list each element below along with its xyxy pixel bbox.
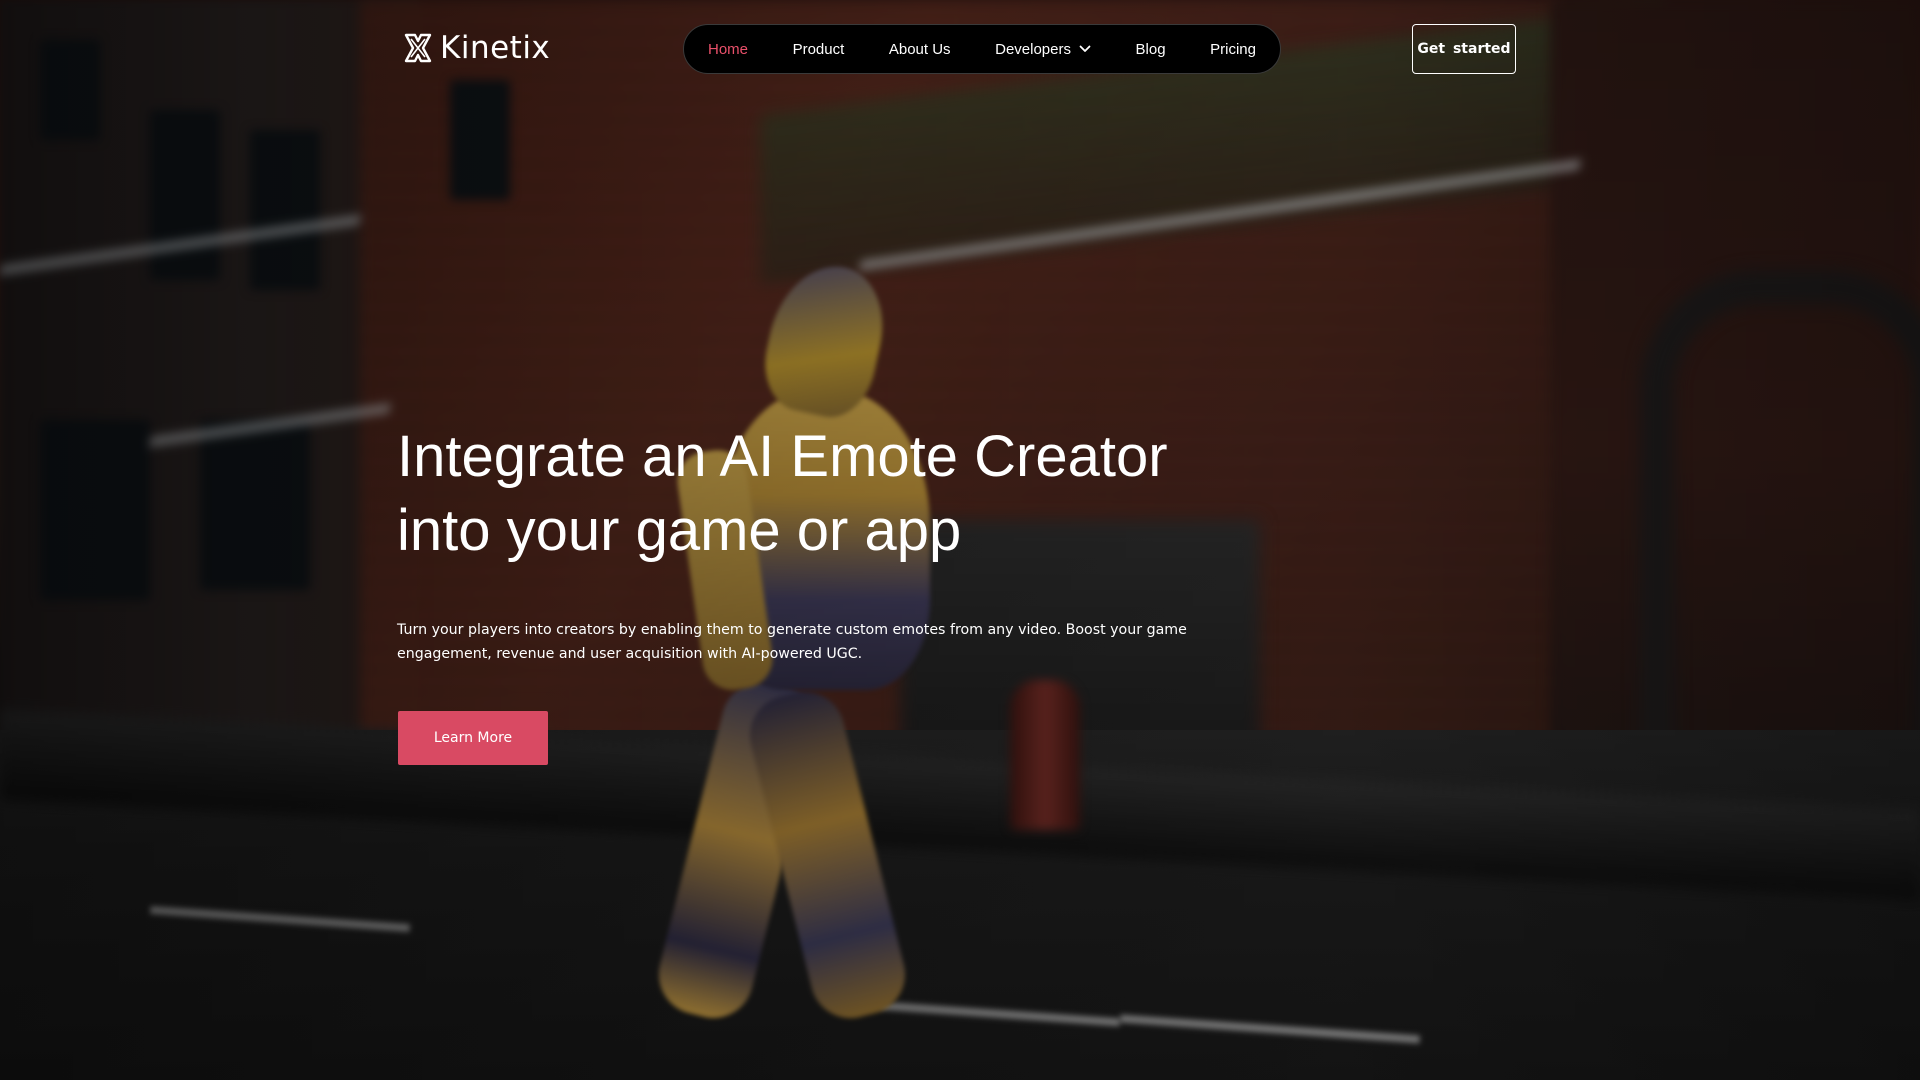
- main-nav: Home Product About Us Developers Blog Pr…: [683, 24, 1281, 74]
- hero-title-line-2: into your game or app: [397, 498, 962, 563]
- nav-item-pricing[interactable]: Pricing: [1210, 41, 1256, 58]
- brand-logo[interactable]: Kinetix: [402, 30, 550, 66]
- site-header: Kinetix Home Product About Us Developers…: [0, 0, 1920, 100]
- nav-item-developers[interactable]: Developers: [995, 41, 1091, 58]
- nav-item-developers-label: Developers: [995, 40, 1071, 58]
- nav-item-product[interactable]: Product: [793, 41, 845, 58]
- hero-subtitle: Turn your players into creators by enabl…: [397, 622, 1187, 662]
- page: Kinetix Home Product About Us Developers…: [0, 0, 1920, 1080]
- nav-item-home[interactable]: Home: [708, 41, 748, 58]
- hero-title: Integrate an AI Emote Creator into your …: [397, 420, 1217, 568]
- nav-item-about-us[interactable]: About Us: [889, 41, 951, 58]
- chevron-down-icon: [1079, 45, 1091, 52]
- learn-more-button[interactable]: Learn More: [398, 711, 548, 765]
- kinetix-x-logo-icon: [404, 33, 432, 63]
- hero-title-line-1: Integrate an AI Emote Creator: [397, 424, 1168, 489]
- nav-item-blog[interactable]: Blog: [1136, 41, 1166, 58]
- get-started-button[interactable]: Get started: [1412, 24, 1516, 74]
- brand-name: Kinetix: [440, 30, 551, 66]
